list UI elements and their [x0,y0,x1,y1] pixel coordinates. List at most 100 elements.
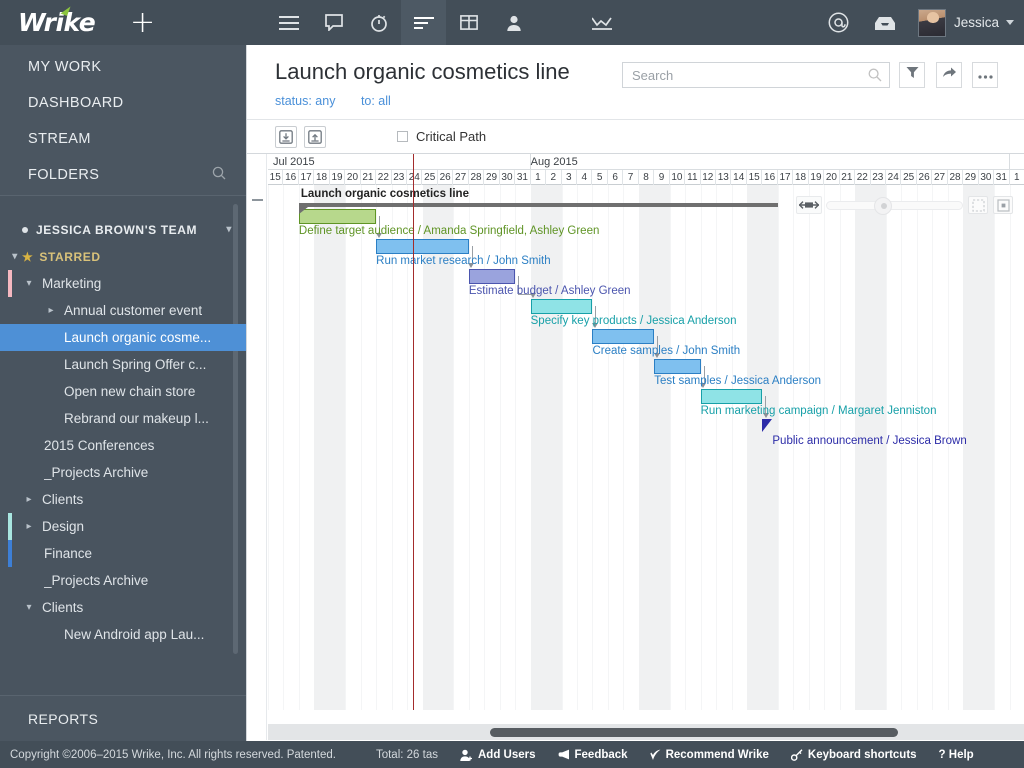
gantt-task-label[interactable]: Specify key products / Jessica Anderson [531,315,737,327]
zoom-slider[interactable] [826,201,963,210]
zoom-slider-handle[interactable] [874,197,892,215]
more-options-button[interactable] [972,62,998,88]
feedback-link[interactable]: Feedback [558,749,628,761]
gantt-task-bar[interactable] [376,239,469,254]
tree-item-launch-spring-offer[interactable]: Launch Spring Offer c... [0,351,246,378]
chevron-right-icon[interactable]: ▸ [22,521,36,532]
gantt-task-bar[interactable] [299,209,376,224]
inbox-icon[interactable] [862,0,908,45]
sidebar-item-label: DASHBOARD [28,95,123,111]
tree-item-open-new-chain-store[interactable]: Open new chain store [0,378,246,405]
tree-item-finance[interactable]: Finance [0,540,246,567]
timeline-day-cell: 27 [453,170,468,185]
gridline [840,185,841,710]
add-users-link[interactable]: Add Users [460,749,536,761]
chat-icon[interactable] [311,0,356,45]
table-icon[interactable] [446,0,491,45]
tree-item-design[interactable]: ▸ Design [0,513,246,540]
timer-icon[interactable] [356,0,401,45]
sidebar-item-my-work[interactable]: MY WORK [0,49,246,85]
wrike-logo[interactable]: Wrike [18,8,118,37]
status-filter-link[interactable]: status: any [275,94,335,108]
expand-all-button[interactable] [304,126,326,148]
gantt-milestone[interactable] [762,419,772,432]
to-filter-link[interactable]: to: all [361,94,391,108]
search-icon[interactable] [868,68,882,87]
list-icon[interactable] [266,0,311,45]
megaphone-icon [558,749,570,760]
footer-bar: Copyright ©2006–2015 Wrike, Inc. All rig… [0,741,1024,768]
search-box[interactable] [622,62,890,88]
gantt-task-bar[interactable] [531,299,593,314]
tree-item-rebrand-makeup[interactable]: Rebrand our makeup l... [0,405,246,432]
collapse-all-button[interactable] [275,126,297,148]
help-link[interactable]: ? Help [939,749,974,761]
critical-path-checkbox[interactable] [397,131,408,142]
mention-icon[interactable] [816,0,862,45]
weekend-band [314,185,345,710]
sidebar-item-dashboard[interactable]: DASHBOARD [0,85,246,121]
tree-item-new-android-app[interactable]: New Android app Lau... [0,621,246,648]
bullet-icon [22,227,28,233]
person-icon[interactable] [491,0,536,45]
chevron-down-icon[interactable]: ▾ [8,251,22,262]
gantt-icon[interactable] [401,0,446,45]
fit-to-screen-button[interactable] [796,196,822,214]
add-new-button[interactable]: + [124,8,161,38]
tree-item-marketing[interactable]: ▾ Marketing [0,270,246,297]
gantt-task-label[interactable]: Run marketing campaign / Margaret Jennis… [701,405,937,417]
gantt-task-label[interactable]: Define target audience / Amanda Springfi… [299,225,599,237]
search-input[interactable] [623,63,855,87]
sidebar-item-reports[interactable]: REPORTS [0,695,246,741]
gantt-task-bar[interactable] [701,389,763,404]
recommend-wrike-link[interactable]: Recommend Wrike [650,749,769,761]
gantt-task-label[interactable]: Create samples / John Smith [592,345,740,357]
critical-path-toggle[interactable]: Critical Path [397,129,486,144]
tree-item-2015-conferences[interactable]: 2015 Conferences [0,432,246,459]
chevron-right-icon[interactable]: ▸ [22,494,36,505]
gantt-task-bar[interactable] [469,269,515,284]
tree-item-clients-2[interactable]: ▾ Clients [0,594,246,621]
tree-item-starred[interactable]: ▾ ★ STARRED [0,243,246,270]
gantt-task-bar[interactable] [592,329,654,344]
timeline-day-cell: 21 [361,170,376,185]
gantt-milestone-label[interactable]: Public announcement / Jessica Brown [772,435,966,447]
link-label: ? Help [939,749,974,761]
tree-item-launch-organic-cosmetics[interactable]: Launch organic cosme... [0,324,246,351]
chevron-down-icon[interactable]: ▾ [22,602,36,613]
username-label[interactable]: Jessica [954,15,999,30]
tree-item-clients-1[interactable]: ▸ Clients [0,486,246,513]
chevron-down-icon[interactable]: ▾ [22,278,36,289]
chevron-down-icon[interactable] [1006,20,1014,25]
select-area-button[interactable] [968,196,988,214]
collapse-row-button[interactable] [252,199,263,201]
timeline-day-cell: 30 [500,170,515,185]
search-icon[interactable] [212,166,226,184]
timeline-month-cell: Jul 2015 [268,154,531,170]
gantt-task-label[interactable]: Test samples / Jessica Anderson [654,375,821,387]
tree-item-projects-archive-2[interactable]: _Projects Archive [0,567,246,594]
analytics-icon[interactable] [579,0,624,45]
share-button[interactable] [936,62,962,88]
tree-item-projects-archive-1[interactable]: _Projects Archive [0,459,246,486]
tree-item-team[interactable]: JESSICA BROWN'S TEAM ▾ [0,216,246,243]
filter-summary: status: any to: all [275,94,1024,108]
summary-task-label: Launch organic cosmetics line [301,188,469,200]
gantt-horizontal-scrollbar[interactable] [268,724,1024,740]
chevron-right-icon[interactable]: ▸ [44,305,58,316]
zoom-reset-button[interactable] [993,196,1013,214]
scrollbar-thumb[interactable] [490,728,898,737]
gantt-task-label[interactable]: Run market research / John Smith [376,255,551,267]
gantt-task-bar[interactable] [654,359,700,374]
avatar[interactable] [918,9,946,37]
gantt-task-label[interactable]: Estimate budget / Ashley Green [469,285,631,297]
total-tasks-label: Total: 26 tas [376,749,438,761]
sidebar-item-folders[interactable]: FOLDERS [0,157,246,193]
timeline-month-label: Jul 2015 [268,156,315,168]
filter-button[interactable] [899,62,925,88]
tree-item-annual-customer-event[interactable]: ▸ Annual customer event [0,297,246,324]
chevron-down-icon[interactable]: ▾ [226,224,232,235]
summary-task-bar[interactable] [299,203,778,207]
keyboard-shortcuts-link[interactable]: Keyboard shortcuts [791,749,917,761]
sidebar-item-stream[interactable]: STREAM [0,121,246,157]
